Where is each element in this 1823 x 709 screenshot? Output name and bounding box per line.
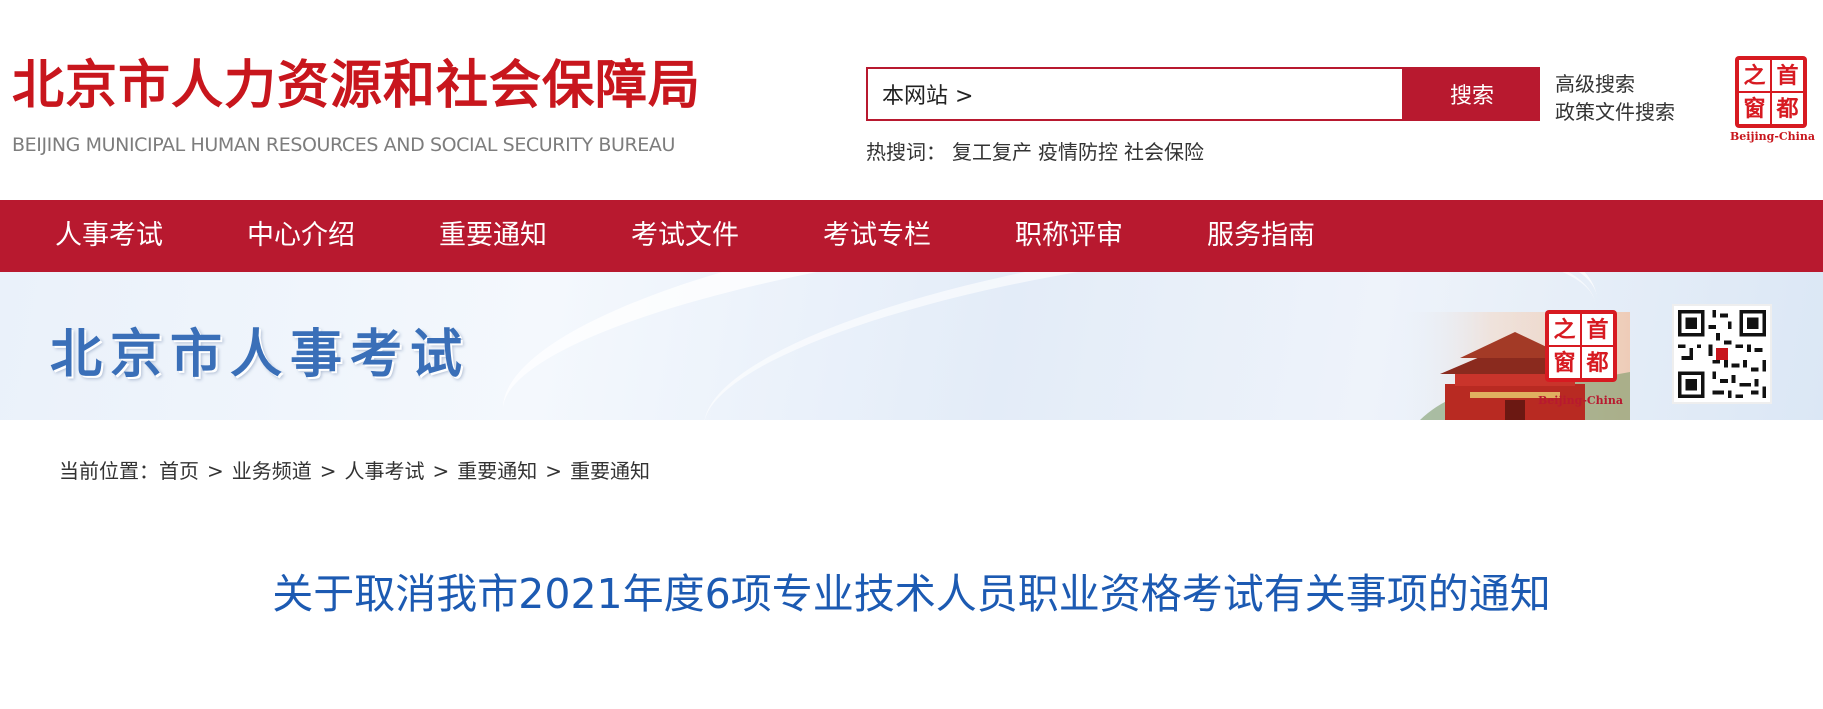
main-nav: 人事考试 中心介绍 重要通知 考试文件 考试专栏 职称评审 服务指南 bbox=[0, 200, 1823, 272]
advanced-search-link[interactable]: 高级搜索 bbox=[1555, 68, 1635, 97]
breadcrumb-separator: > bbox=[432, 459, 450, 483]
hot-search-word[interactable]: 疫情防控 bbox=[1038, 140, 1118, 164]
breadcrumb-separator: > bbox=[207, 459, 224, 483]
article-panel: 当前位置：首页 > 业务频道 > 人事考试 > 重要通知 > 重要通知 关于取消我市2021年度… bbox=[14, 420, 1809, 709]
breadcrumb-separator: > bbox=[319, 459, 337, 483]
breadcrumb-item-home[interactable]: 首页 bbox=[159, 459, 199, 483]
article-title: 关于取消我市2021年度6项专业技术人员职业资格考试有关事项的通知 bbox=[272, 570, 1551, 618]
nav-item-service-guide[interactable]: 服务指南 bbox=[1207, 200, 1315, 272]
site-logo-en: BEIJING MUNICIPAL HUMAN RESOURCES AND SO… bbox=[12, 134, 676, 156]
seal-char: 首 bbox=[1772, 60, 1803, 91]
nav-item-title-review[interactable]: 职称评审 bbox=[1015, 200, 1123, 272]
nav-item-exam-columns[interactable]: 考试专栏 bbox=[823, 200, 931, 272]
seal-char: 之 bbox=[1739, 60, 1770, 91]
banner-title: 北京市人事考试 bbox=[50, 325, 471, 385]
seal-caption: Beijing-China bbox=[1538, 394, 1623, 407]
banner: 北京市人事考试 之 首 窗 都 Beijing-China bbox=[0, 272, 1823, 420]
search-button[interactable]: 搜索 bbox=[1404, 67, 1540, 121]
capital-window-seal-icon[interactable]: 之 首 窗 都 bbox=[1735, 56, 1807, 128]
seal-char: 之 bbox=[1549, 314, 1580, 345]
qr-code-icon bbox=[1672, 304, 1772, 404]
seal-char: 首 bbox=[1582, 314, 1613, 345]
search-box bbox=[866, 67, 1404, 121]
nav-item-exams[interactable]: 人事考试 bbox=[55, 200, 163, 272]
hot-search-word[interactable]: 复工复产 bbox=[952, 140, 1032, 164]
site-logo-cn[interactable]: 北京市人力资源和社会保障局 bbox=[12, 60, 701, 112]
hot-search-label: 热搜词： bbox=[866, 140, 946, 164]
seal-char: 都 bbox=[1772, 93, 1803, 124]
nav-item-exam-docs[interactable]: 考试文件 bbox=[631, 200, 739, 272]
breadcrumb-separator: > bbox=[545, 459, 563, 483]
capital-window-seal-icon[interactable]: 之 首 窗 都 bbox=[1545, 310, 1617, 382]
policy-search-link[interactable]: 政策文件搜索 bbox=[1555, 96, 1675, 125]
seal-char: 窗 bbox=[1739, 93, 1770, 124]
site-header: 北京市人力资源和社会保障局 BEIJING MUNICIPAL HUMAN RE… bbox=[0, 0, 1823, 200]
nav-item-notices[interactable]: 重要通知 bbox=[439, 200, 547, 272]
breadcrumb-item-business[interactable]: 业务频道 bbox=[232, 459, 312, 483]
seal-char: 窗 bbox=[1549, 347, 1580, 378]
search-input[interactable] bbox=[868, 69, 1402, 119]
breadcrumb-item-notices[interactable]: 重要通知 bbox=[457, 459, 537, 483]
breadcrumb-label: 当前位置： bbox=[59, 459, 159, 483]
hot-search-word[interactable]: 社会保险 bbox=[1124, 140, 1204, 164]
hot-search-row: 热搜词： 复工复产 疫情防控 社会保险 bbox=[866, 136, 1204, 165]
seal-char: 都 bbox=[1582, 347, 1613, 378]
breadcrumb-item-exams[interactable]: 人事考试 bbox=[345, 459, 425, 483]
nav-item-center-intro[interactable]: 中心介绍 bbox=[247, 200, 355, 272]
seal-caption: Beijing-China bbox=[1730, 130, 1815, 143]
breadcrumb-item-notices-current[interactable]: 重要通知 bbox=[570, 459, 650, 483]
breadcrumb: 当前位置：首页 > 业务频道 > 人事考试 > 重要通知 > 重要通知 bbox=[59, 455, 650, 484]
